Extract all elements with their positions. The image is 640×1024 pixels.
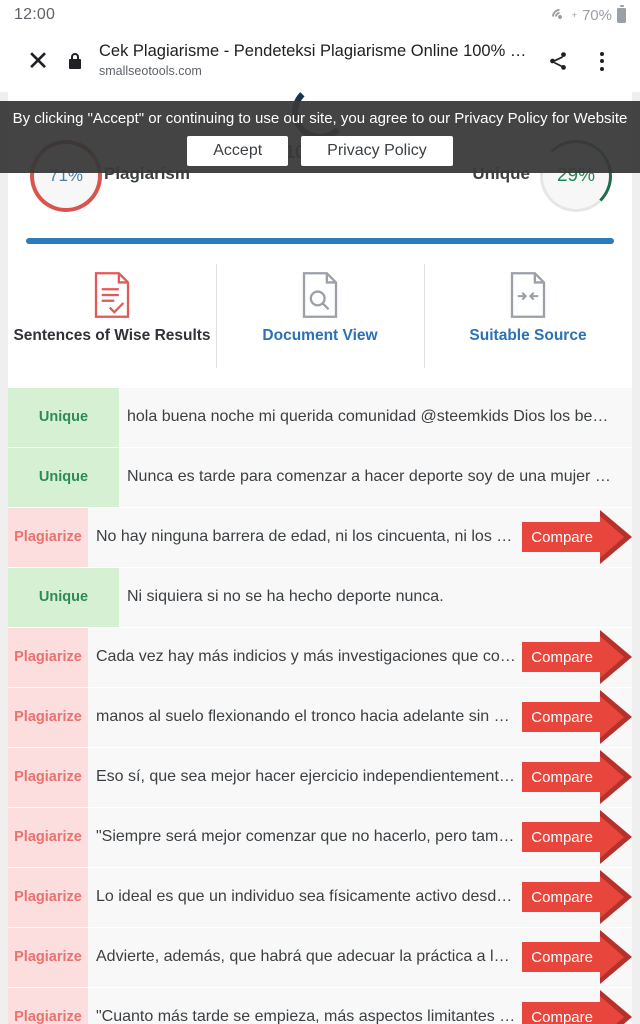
sentence-text: No hay ninguna barrera de edad, ni los c… xyxy=(96,528,519,546)
sentence-text: Advierte, además, que habrá que adecuar … xyxy=(96,948,519,966)
document-search-icon xyxy=(300,268,340,322)
share-icon[interactable] xyxy=(536,39,580,83)
compare-button[interactable]: Compare xyxy=(522,642,600,673)
compare-button[interactable]: Compare xyxy=(522,942,600,973)
sentence-row: Plagiarize "Siempre será mejor comenzar q… xyxy=(8,808,632,867)
sentence-row: Plagiarize manos al suelo flexionando el … xyxy=(8,688,632,747)
compare-button[interactable]: Compare xyxy=(522,702,600,733)
accept-button[interactable]: Accept xyxy=(187,135,289,166)
battery-icon xyxy=(617,5,626,23)
sentence-text: manos al suelo flexionando el tronco hac… xyxy=(96,708,519,726)
sentence-text: "Cuanto más tarde se empieza, más aspect… xyxy=(96,1008,519,1024)
sentence-row: Plagiarize Lo ideal es que un individuo s… xyxy=(8,868,632,927)
sentence-text: Lo ideal es que un individuo sea físicam… xyxy=(96,888,519,906)
results-progress-bar xyxy=(26,238,614,244)
sentence-results-list: Unique hola buena noche mi querida comuni… xyxy=(8,388,632,1024)
status-badge: Unique xyxy=(8,388,119,447)
status-badge: Plagiarize xyxy=(8,628,88,687)
status-badge: Unique xyxy=(8,568,119,627)
compare-button[interactable]: Compare xyxy=(522,882,600,913)
tab-sentences-of-wise-results[interactable]: Sentences of Wise Results xyxy=(8,260,216,382)
status-bar-indicators: + 70% xyxy=(548,5,626,28)
cookie-banner-actions: Accept Privacy Policy xyxy=(187,135,453,166)
page-viewport: Done: 100% Checked 71% Plagiarism Unique… xyxy=(0,92,640,1024)
tab-label: Document View xyxy=(262,327,378,344)
cookie-consent-banner: By clicking "Accept" or continuing to us… xyxy=(0,101,640,173)
compare-button-label: Compare xyxy=(531,948,593,966)
document-arrows-icon xyxy=(508,268,548,322)
sentence-row: Plagiarize "Cuanto más tarde se empieza, … xyxy=(8,988,632,1024)
status-badge: Plagiarize xyxy=(8,748,88,807)
sentence-text: Cada vez hay más indicios y más investig… xyxy=(96,648,519,666)
compare-button[interactable]: Compare xyxy=(522,822,600,853)
sentence-text-cell: hola buena noche mi querida comunidad @s… xyxy=(119,388,632,447)
sentence-row: Unique hola buena noche mi querida comuni… xyxy=(8,388,632,447)
compare-button[interactable]: Compare xyxy=(522,1002,600,1024)
status-badge: Plagiarize xyxy=(8,508,88,567)
compare-button-label: Compare xyxy=(531,1008,593,1024)
status-badge: Plagiarize xyxy=(8,928,88,987)
url-block[interactable]: Cek Plagiarisme - Pendeteksi Plagiarisme… xyxy=(90,41,536,80)
sentence-text-cell: "Cuanto más tarde se empieza, más aspect… xyxy=(88,988,522,1024)
sentence-text-cell: Cada vez hay más indicios y más investig… xyxy=(88,628,522,687)
status-badge: Unique xyxy=(8,448,119,507)
wifi-icon xyxy=(548,5,570,28)
sentence-row: Plagiarize Advierte, además, que habrá qu… xyxy=(8,928,632,987)
status-badge: Plagiarize xyxy=(8,988,88,1024)
cookie-banner-message: By clicking "Accept" or continuing to us… xyxy=(12,110,628,127)
sentence-row: Unique Nunca es tarde para comenzar a hac… xyxy=(8,448,632,507)
sentence-text: Ni siquiera si no se ha hecho deporte nu… xyxy=(127,588,444,606)
phone-screen: 12:00 + 70% ✕ Cek Plagiarisme - Pendetek… xyxy=(0,0,640,1024)
sentence-text-cell: Lo ideal es que un individuo sea físicam… xyxy=(88,868,522,927)
sentence-text: "Siempre será mejor comenzar que no hace… xyxy=(96,828,519,846)
sentence-row: Unique Ni siquiera si no se ha hecho depo… xyxy=(8,568,632,627)
overflow-menu-icon[interactable] xyxy=(580,39,624,83)
compare-button-label: Compare xyxy=(531,768,593,786)
sentence-text-cell: Advierte, además, que habrá que adecuar … xyxy=(88,928,522,987)
results-card: Done: 100% Checked 71% Plagiarism Unique… xyxy=(8,92,632,1024)
status-bar: 12:00 + 70% xyxy=(0,0,640,30)
page-host: smallseotools.com xyxy=(99,64,202,79)
sentence-text-cell: Ni siquiera si no se ha hecho deporte nu… xyxy=(119,568,632,627)
tab-label: Sentences of Wise Results xyxy=(13,327,211,344)
privacy-policy-button[interactable]: Privacy Policy xyxy=(301,135,453,166)
compare-button-label: Compare xyxy=(531,528,593,546)
results-tabs: Sentences of Wise Results Document View xyxy=(8,260,632,382)
close-icon[interactable]: ✕ xyxy=(16,39,60,83)
compare-button-label: Compare xyxy=(531,708,593,726)
wifi-plus-icon: + xyxy=(571,10,577,20)
sentence-text: Nunca es tarde para comenzar a hacer dep… xyxy=(127,468,611,486)
compare-button-label: Compare xyxy=(531,888,593,906)
status-badge: Plagiarize xyxy=(8,808,88,867)
sentence-text: Eso sí, que sea mejor hacer ejercicio in… xyxy=(96,768,519,786)
sentence-text-cell: Nunca es tarde para comenzar a hacer dep… xyxy=(119,448,632,507)
lock-icon xyxy=(60,52,90,70)
status-badge: Plagiarize xyxy=(8,868,88,927)
sentence-text-cell: No hay ninguna barrera de edad, ni los c… xyxy=(88,508,522,567)
status-bar-clock: 12:00 xyxy=(14,6,56,23)
sentence-text-cell: "Siempre será mejor comenzar que no hace… xyxy=(88,808,522,867)
compare-button[interactable]: Compare xyxy=(522,522,600,553)
sentence-text-cell: manos al suelo flexionando el tronco hac… xyxy=(88,688,522,747)
compare-button[interactable]: Compare xyxy=(522,762,600,793)
battery-percent-label: 70% xyxy=(581,6,612,24)
sentence-text-cell: Eso sí, que sea mejor hacer ejercicio in… xyxy=(88,748,522,807)
compare-button-label: Compare xyxy=(531,828,593,846)
compare-button-label: Compare xyxy=(531,648,593,666)
sentence-row: Plagiarize Cada vez hay más indicios y má… xyxy=(8,628,632,687)
sentence-row: Plagiarize Eso sí, que sea mejor hacer ej… xyxy=(8,748,632,807)
page-title: Cek Plagiarisme - Pendeteksi Plagiarisme… xyxy=(99,42,530,61)
browser-toolbar: ✕ Cek Plagiarisme - Pendeteksi Plagiaris… xyxy=(0,30,640,92)
document-check-icon xyxy=(92,268,132,322)
status-badge: Plagiarize xyxy=(8,688,88,747)
sentence-text: hola buena noche mi querida comunidad @s… xyxy=(127,408,609,426)
sentence-row: Plagiarize No hay ninguna barrera de edad… xyxy=(8,508,632,567)
tab-document-view[interactable]: Document View xyxy=(216,260,424,382)
tab-suitable-source[interactable]: Suitable Source xyxy=(424,260,632,382)
tab-label: Suitable Source xyxy=(469,327,587,344)
